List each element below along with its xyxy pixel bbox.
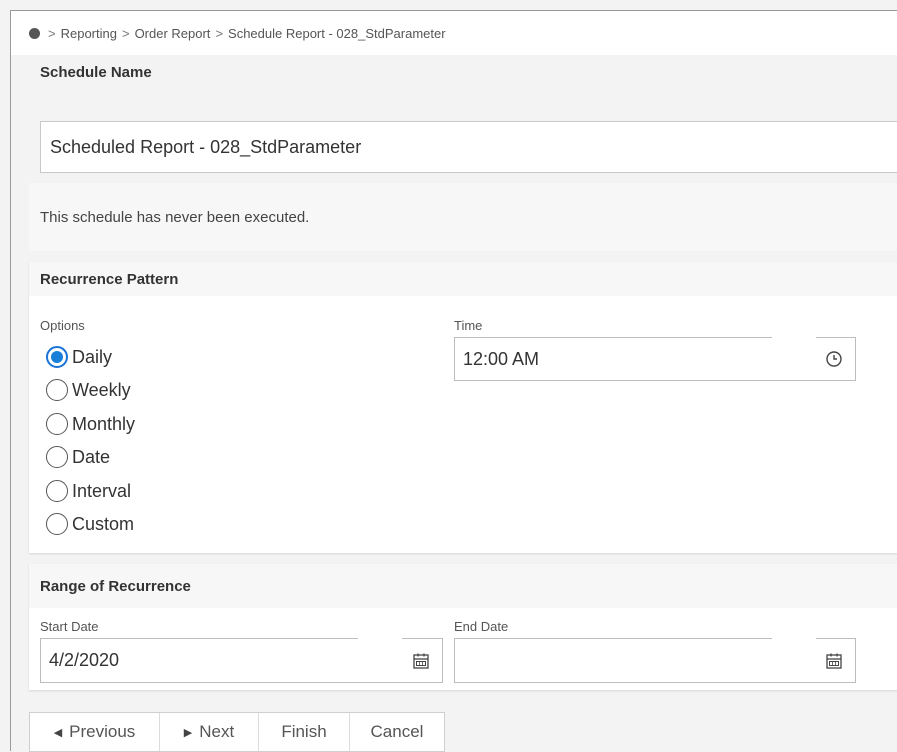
cancel-button[interactable]: Cancel <box>350 713 444 751</box>
radio-unchecked-icon[interactable] <box>46 480 68 502</box>
radio-unchecked-icon[interactable] <box>46 379 68 401</box>
radio-label-interval: Interval <box>72 480 132 501</box>
time-label: Time <box>454 318 483 333</box>
breadcrumb-item-order-report[interactable]: Order Report <box>135 26 211 41</box>
previous-button[interactable]: ◀ Previous <box>30 713 160 751</box>
schedule-name-section: Schedule Name <box>29 55 897 173</box>
next-button[interactable]: ▶ Next <box>160 713 259 751</box>
cancel-button-label: Cancel <box>370 722 424 741</box>
start-date-input[interactable]: 4/2/2020 <box>40 638 443 683</box>
schedule-name-header: Schedule Name <box>29 55 897 89</box>
radio-daily[interactable]: Daily <box>46 346 112 368</box>
end-date-input[interactable] <box>454 638 856 683</box>
app-frame: > Reporting > Order Report > Schedule Re… <box>10 10 897 752</box>
radio-unchecked-icon[interactable] <box>46 413 68 435</box>
radio-weekly[interactable]: Weekly <box>46 379 131 401</box>
field-notch <box>358 638 402 640</box>
calendar-icon[interactable] <box>412 652 430 670</box>
breadcrumb-separator: > <box>121 25 130 41</box>
triangle-left-icon: ◀ <box>53 726 63 739</box>
start-date-value: 4/2/2020 <box>49 650 120 670</box>
finish-button-label: Finish <box>281 722 327 741</box>
radio-label-date: Date <box>72 446 111 467</box>
range-of-recurrence-header: Range of Recurrence <box>29 564 897 608</box>
schedule-name-input[interactable] <box>40 121 897 173</box>
schedule-status-section: This schedule has never been executed. <box>29 183 897 251</box>
finish-button[interactable]: Finish <box>259 713 350 751</box>
wizard-button-group: ◀ Previous ▶ Next Finish Cancel <box>29 712 445 752</box>
breadcrumb: > Reporting > Order Report > Schedule Re… <box>11 11 897 55</box>
time-input[interactable]: 12:00 AM <box>454 337 856 381</box>
end-date-label: End Date <box>454 619 509 634</box>
recurrence-pattern-header: Recurrence Pattern <box>29 262 897 296</box>
calendar-icon[interactable] <box>825 652 843 670</box>
breadcrumb-separator: > <box>48 25 56 41</box>
radio-unchecked-icon[interactable] <box>46 446 68 468</box>
range-of-recurrence-section: Range of Recurrence Start Date 4/2/2020 … <box>29 564 897 690</box>
radio-label-daily: Daily <box>72 346 113 367</box>
next-button-label: Next <box>199 722 235 741</box>
start-date-label: Start Date <box>40 619 99 634</box>
radio-label-weekly: Weekly <box>72 379 131 400</box>
triangle-right-icon: ▶ <box>183 726 193 739</box>
radio-date[interactable]: Date <box>46 446 110 468</box>
radio-label-monthly: Monthly <box>72 413 136 434</box>
clock-icon[interactable] <box>825 350 843 368</box>
radio-interval[interactable]: Interval <box>46 480 131 502</box>
breadcrumb-item-reporting[interactable]: Reporting <box>61 26 117 41</box>
radio-checked-icon[interactable] <box>46 346 68 368</box>
radio-label-custom: Custom <box>72 513 135 534</box>
field-notch <box>772 638 816 640</box>
breadcrumb-separator: > <box>215 25 224 41</box>
radio-unchecked-icon[interactable] <box>46 513 68 535</box>
previous-button-label: Previous <box>69 722 136 741</box>
home-dot-icon[interactable] <box>29 27 40 39</box>
radio-custom[interactable]: Custom <box>46 513 134 535</box>
breadcrumb-item-current: Schedule Report - 028_StdParameter <box>228 25 446 41</box>
field-notch <box>772 337 816 339</box>
status-message: This schedule has never been executed. <box>40 208 310 226</box>
radio-monthly[interactable]: Monthly <box>46 413 135 435</box>
time-value: 12:00 AM <box>463 348 540 369</box>
options-label: Options <box>40 318 85 333</box>
recurrence-pattern-section: Recurrence Pattern Options Daily Weekly … <box>29 262 897 553</box>
